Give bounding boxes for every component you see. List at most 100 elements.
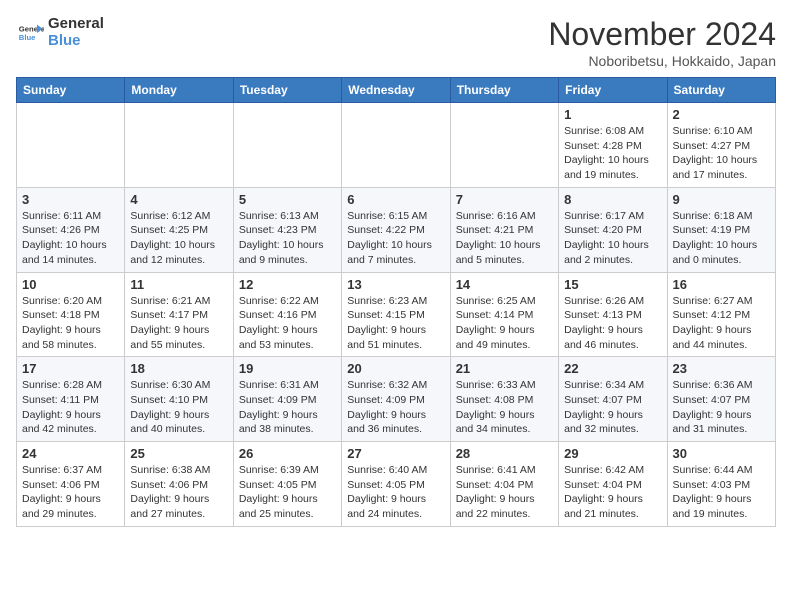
day-info: Sunrise: 6:16 AM Sunset: 4:21 PM Dayligh… xyxy=(456,209,553,268)
title-block: November 2024 Noboribetsu, Hokkaido, Jap… xyxy=(548,16,776,69)
day-number: 3 xyxy=(22,192,119,207)
day-cell: 5 Sunrise: 6:13 AM Sunset: 4:23 PM Daylig… xyxy=(233,187,341,272)
day-cell: 16 Sunrise: 6:27 AM Sunset: 4:12 PM Dayli… xyxy=(667,272,775,357)
week-row-5: 24 Sunrise: 6:37 AM Sunset: 4:06 PM Dayli… xyxy=(17,442,776,527)
weekday-header-row: SundayMondayTuesdayWednesdayThursdayFrid… xyxy=(17,78,776,103)
day-cell xyxy=(233,103,341,188)
day-cell: 7 Sunrise: 6:16 AM Sunset: 4:21 PM Daylig… xyxy=(450,187,558,272)
day-info: Sunrise: 6:42 AM Sunset: 4:04 PM Dayligh… xyxy=(564,463,661,522)
day-cell: 4 Sunrise: 6:12 AM Sunset: 4:25 PM Daylig… xyxy=(125,187,233,272)
day-info: Sunrise: 6:31 AM Sunset: 4:09 PM Dayligh… xyxy=(239,378,336,437)
day-cell xyxy=(17,103,125,188)
day-info: Sunrise: 6:21 AM Sunset: 4:17 PM Dayligh… xyxy=(130,294,227,353)
page-header: General Blue General Blue November 2024 … xyxy=(16,16,776,69)
day-info: Sunrise: 6:25 AM Sunset: 4:14 PM Dayligh… xyxy=(456,294,553,353)
day-cell xyxy=(450,103,558,188)
day-number: 14 xyxy=(456,277,553,292)
day-info: Sunrise: 6:08 AM Sunset: 4:28 PM Dayligh… xyxy=(564,124,661,183)
day-info: Sunrise: 6:41 AM Sunset: 4:04 PM Dayligh… xyxy=(456,463,553,522)
day-number: 27 xyxy=(347,446,444,461)
day-number: 26 xyxy=(239,446,336,461)
day-info: Sunrise: 6:38 AM Sunset: 4:06 PM Dayligh… xyxy=(130,463,227,522)
day-cell: 24 Sunrise: 6:37 AM Sunset: 4:06 PM Dayli… xyxy=(17,442,125,527)
day-number: 21 xyxy=(456,361,553,376)
day-info: Sunrise: 6:18 AM Sunset: 4:19 PM Dayligh… xyxy=(673,209,770,268)
calendar-table: SundayMondayTuesdayWednesdayThursdayFrid… xyxy=(16,77,776,527)
weekday-thursday: Thursday xyxy=(450,78,558,103)
day-info: Sunrise: 6:37 AM Sunset: 4:06 PM Dayligh… xyxy=(22,463,119,522)
month-title: November 2024 xyxy=(548,16,776,53)
day-cell: 27 Sunrise: 6:40 AM Sunset: 4:05 PM Dayli… xyxy=(342,442,450,527)
day-info: Sunrise: 6:12 AM Sunset: 4:25 PM Dayligh… xyxy=(130,209,227,268)
day-number: 7 xyxy=(456,192,553,207)
day-number: 4 xyxy=(130,192,227,207)
day-info: Sunrise: 6:33 AM Sunset: 4:08 PM Dayligh… xyxy=(456,378,553,437)
day-number: 24 xyxy=(22,446,119,461)
day-cell: 6Sunrise: 6:15 AM Sunset: 4:22 PM Daylig… xyxy=(342,187,450,272)
day-info: Sunrise: 6:36 AM Sunset: 4:07 PM Dayligh… xyxy=(673,378,770,437)
day-info: Sunrise: 6:13 AM Sunset: 4:23 PM Dayligh… xyxy=(239,209,336,268)
location: Noboribetsu, Hokkaido, Japan xyxy=(548,53,776,69)
day-info: Sunrise: 6:10 AM Sunset: 4:27 PM Dayligh… xyxy=(673,124,770,183)
day-number: 23 xyxy=(673,361,770,376)
day-number: 30 xyxy=(673,446,770,461)
weekday-sunday: Sunday xyxy=(17,78,125,103)
weekday-wednesday: Wednesday xyxy=(342,78,450,103)
day-cell: 12Sunrise: 6:22 AM Sunset: 4:16 PM Dayli… xyxy=(233,272,341,357)
day-number: 20 xyxy=(347,361,444,376)
day-cell: 2 Sunrise: 6:10 AM Sunset: 4:27 PM Daylig… xyxy=(667,103,775,188)
day-info: Sunrise: 6:32 AM Sunset: 4:09 PM Dayligh… xyxy=(347,378,444,437)
svg-text:Blue: Blue xyxy=(19,33,36,42)
day-number: 16 xyxy=(673,277,770,292)
day-number: 9 xyxy=(673,192,770,207)
weekday-tuesday: Tuesday xyxy=(233,78,341,103)
day-cell: 15 Sunrise: 6:26 AM Sunset: 4:13 PM Dayli… xyxy=(559,272,667,357)
weekday-monday: Monday xyxy=(125,78,233,103)
day-cell: 23 Sunrise: 6:36 AM Sunset: 4:07 PM Dayli… xyxy=(667,357,775,442)
day-number: 22 xyxy=(564,361,661,376)
day-number: 28 xyxy=(456,446,553,461)
day-info: Sunrise: 6:15 AM Sunset: 4:22 PM Dayligh… xyxy=(347,209,444,268)
day-cell: 30 Sunrise: 6:44 AM Sunset: 4:03 PM Dayli… xyxy=(667,442,775,527)
weekday-saturday: Saturday xyxy=(667,78,775,103)
day-info: Sunrise: 6:34 AM Sunset: 4:07 PM Dayligh… xyxy=(564,378,661,437)
day-number: 11 xyxy=(130,277,227,292)
day-cell: 20 Sunrise: 6:32 AM Sunset: 4:09 PM Dayli… xyxy=(342,357,450,442)
day-info: Sunrise: 6:11 AM Sunset: 4:26 PM Dayligh… xyxy=(22,209,119,268)
weekday-friday: Friday xyxy=(559,78,667,103)
day-cell: 18Sunrise: 6:30 AM Sunset: 4:10 PM Dayli… xyxy=(125,357,233,442)
day-number: 5 xyxy=(239,192,336,207)
day-cell: 13Sunrise: 6:23 AM Sunset: 4:15 PM Dayli… xyxy=(342,272,450,357)
logo-icon: General Blue xyxy=(16,19,44,47)
day-number: 25 xyxy=(130,446,227,461)
day-info: Sunrise: 6:20 AM Sunset: 4:18 PM Dayligh… xyxy=(22,294,119,353)
day-cell: 11 Sunrise: 6:21 AM Sunset: 4:17 PM Dayli… xyxy=(125,272,233,357)
day-cell: 22 Sunrise: 6:34 AM Sunset: 4:07 PM Dayli… xyxy=(559,357,667,442)
day-info: Sunrise: 6:30 AM Sunset: 4:10 PM Dayligh… xyxy=(130,378,227,437)
day-info: Sunrise: 6:40 AM Sunset: 4:05 PM Dayligh… xyxy=(347,463,444,522)
day-cell: 21 Sunrise: 6:33 AM Sunset: 4:08 PM Dayli… xyxy=(450,357,558,442)
day-info: Sunrise: 6:39 AM Sunset: 4:05 PM Dayligh… xyxy=(239,463,336,522)
day-info: Sunrise: 6:44 AM Sunset: 4:03 PM Dayligh… xyxy=(673,463,770,522)
day-cell: 10Sunrise: 6:20 AM Sunset: 4:18 PM Dayli… xyxy=(17,272,125,357)
week-row-1: 1 Sunrise: 6:08 AM Sunset: 4:28 PM Daylig… xyxy=(17,103,776,188)
day-cell: 19Sunrise: 6:31 AM Sunset: 4:09 PM Dayli… xyxy=(233,357,341,442)
day-number: 12 xyxy=(239,277,336,292)
day-number: 15 xyxy=(564,277,661,292)
logo: General Blue General Blue xyxy=(16,16,104,49)
day-info: Sunrise: 6:26 AM Sunset: 4:13 PM Dayligh… xyxy=(564,294,661,353)
calendar-body: 1 Sunrise: 6:08 AM Sunset: 4:28 PM Daylig… xyxy=(17,103,776,527)
day-cell: 17Sunrise: 6:28 AM Sunset: 4:11 PM Dayli… xyxy=(17,357,125,442)
day-info: Sunrise: 6:23 AM Sunset: 4:15 PM Dayligh… xyxy=(347,294,444,353)
day-cell xyxy=(342,103,450,188)
day-info: Sunrise: 6:17 AM Sunset: 4:20 PM Dayligh… xyxy=(564,209,661,268)
day-number: 1 xyxy=(564,107,661,122)
day-number: 2 xyxy=(673,107,770,122)
week-row-3: 10Sunrise: 6:20 AM Sunset: 4:18 PM Dayli… xyxy=(17,272,776,357)
day-info: Sunrise: 6:28 AM Sunset: 4:11 PM Dayligh… xyxy=(22,378,119,437)
day-cell: 25 Sunrise: 6:38 AM Sunset: 4:06 PM Dayli… xyxy=(125,442,233,527)
day-info: Sunrise: 6:27 AM Sunset: 4:12 PM Dayligh… xyxy=(673,294,770,353)
day-cell: 14 Sunrise: 6:25 AM Sunset: 4:14 PM Dayli… xyxy=(450,272,558,357)
day-number: 29 xyxy=(564,446,661,461)
day-cell: 3 Sunrise: 6:11 AM Sunset: 4:26 PM Daylig… xyxy=(17,187,125,272)
